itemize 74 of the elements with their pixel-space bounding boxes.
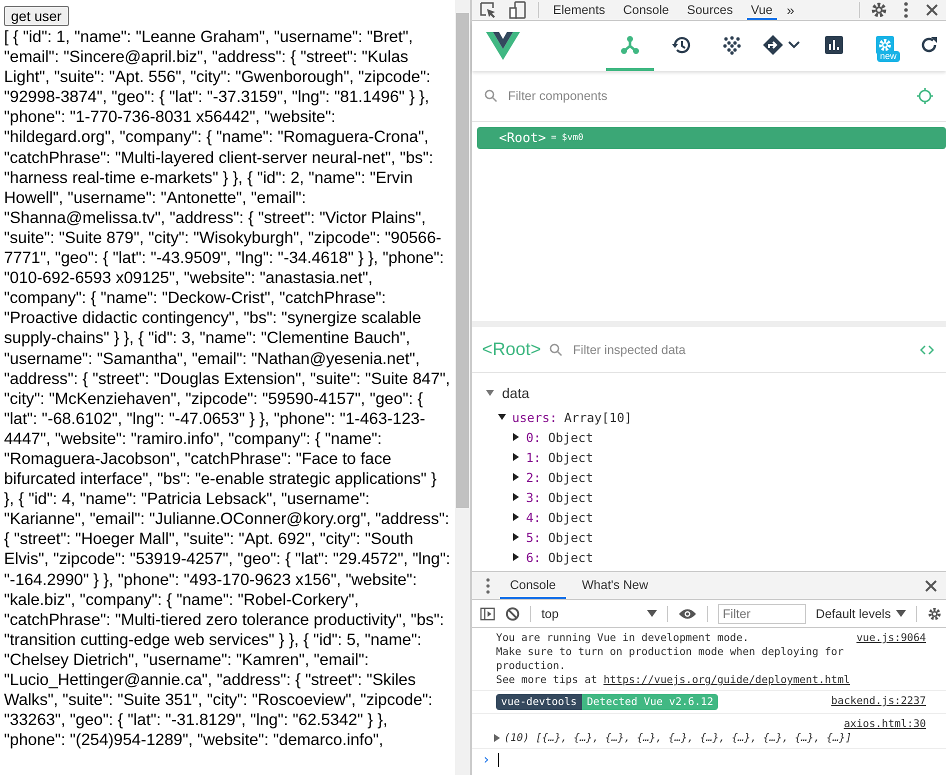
property-key: 5:	[526, 530, 542, 544]
scrollbar[interactable]	[455, 0, 470, 775]
prompt-icon: ›	[482, 752, 490, 768]
dots-icon	[722, 34, 742, 54]
settings-icon[interactable]	[870, 1, 888, 19]
array-preview[interactable]: (10) [{…}, {…}, {…}, {…}, {…}, {…}, {…}, {…}, {…}, {…}]	[504, 731, 852, 745]
levels-dropdown[interactable]: Default levels	[816, 606, 906, 620]
eye-icon[interactable]	[678, 606, 697, 620]
drawer-tab[interactable]: Console	[500, 572, 566, 599]
caret-icon[interactable]	[512, 553, 520, 561]
bar-chart-icon	[824, 34, 844, 54]
settings-icon	[875, 34, 895, 54]
filter-field[interactable]: Filter	[718, 604, 806, 624]
vue-logo	[486, 32, 520, 60]
get-user-button[interactable]: get user	[4, 6, 69, 26]
caret-icon	[646, 610, 657, 618]
source-link[interactable]: vue.js:9064	[856, 631, 926, 645]
context-dropdown[interactable]: top	[541, 606, 657, 620]
caret-icon[interactable]	[512, 473, 520, 481]
close-icon[interactable]	[924, 2, 940, 18]
property-key: 1:	[526, 450, 542, 464]
panel-tab[interactable]: Sources	[682, 0, 737, 20]
property-value: Object	[548, 470, 594, 484]
drawer-tab[interactable]: What's New	[572, 572, 658, 599]
panel-tab[interactable]: Elements	[549, 0, 610, 20]
close-icon[interactable]	[924, 578, 938, 592]
filter-inspected-data-field[interactable]: Filter inspected data	[571, 342, 912, 358]
caret-icon	[896, 610, 906, 618]
console-message: See more tips at	[496, 673, 598, 687]
property-key: 4:	[526, 510, 542, 524]
property-value: Object	[548, 530, 594, 544]
property-key: 6:	[526, 550, 542, 564]
caret-icon[interactable]	[512, 493, 520, 501]
inspect-icon[interactable]	[478, 0, 498, 20]
console-message: Make sure to turn on production mode when deploying for production.	[496, 645, 845, 673]
more-tabs-button[interactable]: »	[786, 2, 794, 18]
section-label: data	[502, 385, 530, 401]
property-value: Object	[548, 450, 594, 464]
property-value: Object	[548, 490, 594, 504]
caret-icon[interactable]	[512, 513, 520, 521]
inspector-title: <Root>	[482, 339, 542, 360]
settings-icon[interactable]	[926, 606, 942, 622]
panel-tab[interactable]: Vue	[746, 0, 777, 20]
hierarchy-icon	[620, 34, 640, 54]
search-icon	[549, 342, 564, 356]
caret-icon[interactable]	[512, 433, 520, 441]
caret-icon[interactable]	[512, 453, 520, 461]
console-message: You are running Vue in development mode.	[496, 631, 749, 645]
device-icon[interactable]	[508, 0, 528, 20]
history-icon	[671, 34, 691, 54]
property-value: Object	[548, 430, 594, 444]
property-key: 0:	[526, 430, 542, 444]
property-value: Object	[548, 510, 594, 524]
property-key: users:	[512, 410, 558, 424]
property-key: 3:	[526, 490, 542, 504]
source-link[interactable]: backend.js:2237	[831, 694, 926, 710]
refresh-icon	[919, 34, 939, 54]
property-value: Array[10]	[564, 410, 632, 424]
version-badge: Detected Vue v2.6.12	[582, 694, 718, 710]
sidebar-icon[interactable]	[480, 606, 496, 622]
json-output: [ { "id": 1, "name": "Leanne Graham", "username": "Bret", "email": "Sincere@april.biz", "address": { "street": "Kulas Light", "suite": "Apt. 556", "city": "Gwenborough", "zipcode": "92998-3874", "geo": { "lat": "-37.3159", "lng": "81.1496" } }, "phone": "1-770-736-8031 x56442", "website": "hildegard.org", "company": { "name": "Romaguera-Crona", "catchPhrase": "Multi-layered client-server neural-net", "bs": "harness real-time e-markets" } }, { "id": 2, "name": "Ervin Howell", "username": "Antonette", "email": "Shanna@melissa.tv", "address": { "street": "Victor Plains", "suite": "Suite 879", "city": "Wisokyburgh", "zipcode": "90566-7771", "geo": { "lat": "-43.9509", "lng": "-34.4618" } }, "phone": "010-692-6593 x09125", "website": "anastasia.net", "company": { "name": "Deckow-Crist", "catchPhrase": "Proactive didactic contingency", "bs": "synergize scalable supply-chains" } }, { "id": 3, "name": "Clementine Bauch", "username": "Samantha", "email": "Nathan@yesenia.net", "address": { "street": "Douglas Extension", "suite": "Suite 847", "city": "McKenziehaven", "zipcode": "59590-4157", "geo": { "lat": "-68.6102", "lng": "-47.0653" } }, "phone": "1-463-123-4447", "website": "ramiro.info", "company": { "name": "Romaguera-Jacobson", "catchPhrase": "Face to face bifurcated interface", "bs": "e-enable strategic applications" } }, { "id": 4, "name": "Patricia Lebsack", "username": "Karianne", "email": "Julianne.OConner@kory.org", "address": { "street": "Hoeger Mall", "suite": "Apt. 692", "city": "South Elvis", "zipcode": "53919-4257", "geo": { "lat": "29.4572", "lng": "-164.2990" } }, "phone": "493-170-9623 x156", "website": "kale.biz", "company": { "name": "Robel-Corkery", "catchPhrase": "Multi-tiered zero tolerance productivity", "bs": "transition cutting-edge web services" } }, { "id": 5, "name": "Chelsey Dietrich", "username": "Kamren", "email": "Lucio_Hettinger@annie.ca", "address": { "street": "Skiles Walks", "suite": "Suite 351", "city": "Roscoeview", "zipcode": "33263", "geo": { "lat": "-31.8129", "lng": "62.5342" } }, "phone": "(254)954-1289", "website": "demarco.info",	[4, 27, 451, 750]
caret-icon[interactable]	[498, 413, 506, 421]
property-value: Object	[548, 550, 594, 564]
docs-link[interactable]: https://vuejs.org/guide/deployment.html	[603, 673, 850, 687]
panel-tab[interactable]: Console	[619, 0, 673, 20]
search-icon	[484, 89, 498, 103]
caret-icon[interactable]	[512, 533, 520, 541]
source-link[interactable]: axios.html:30	[844, 717, 926, 731]
clear-icon[interactable]	[505, 606, 520, 622]
new-badge: new	[877, 50, 900, 62]
text-cursor	[498, 753, 500, 767]
devtools-badge: vue-devtools	[496, 694, 582, 710]
filter-components-field[interactable]: Filter components	[506, 88, 908, 104]
property-key: 2:	[526, 470, 542, 484]
